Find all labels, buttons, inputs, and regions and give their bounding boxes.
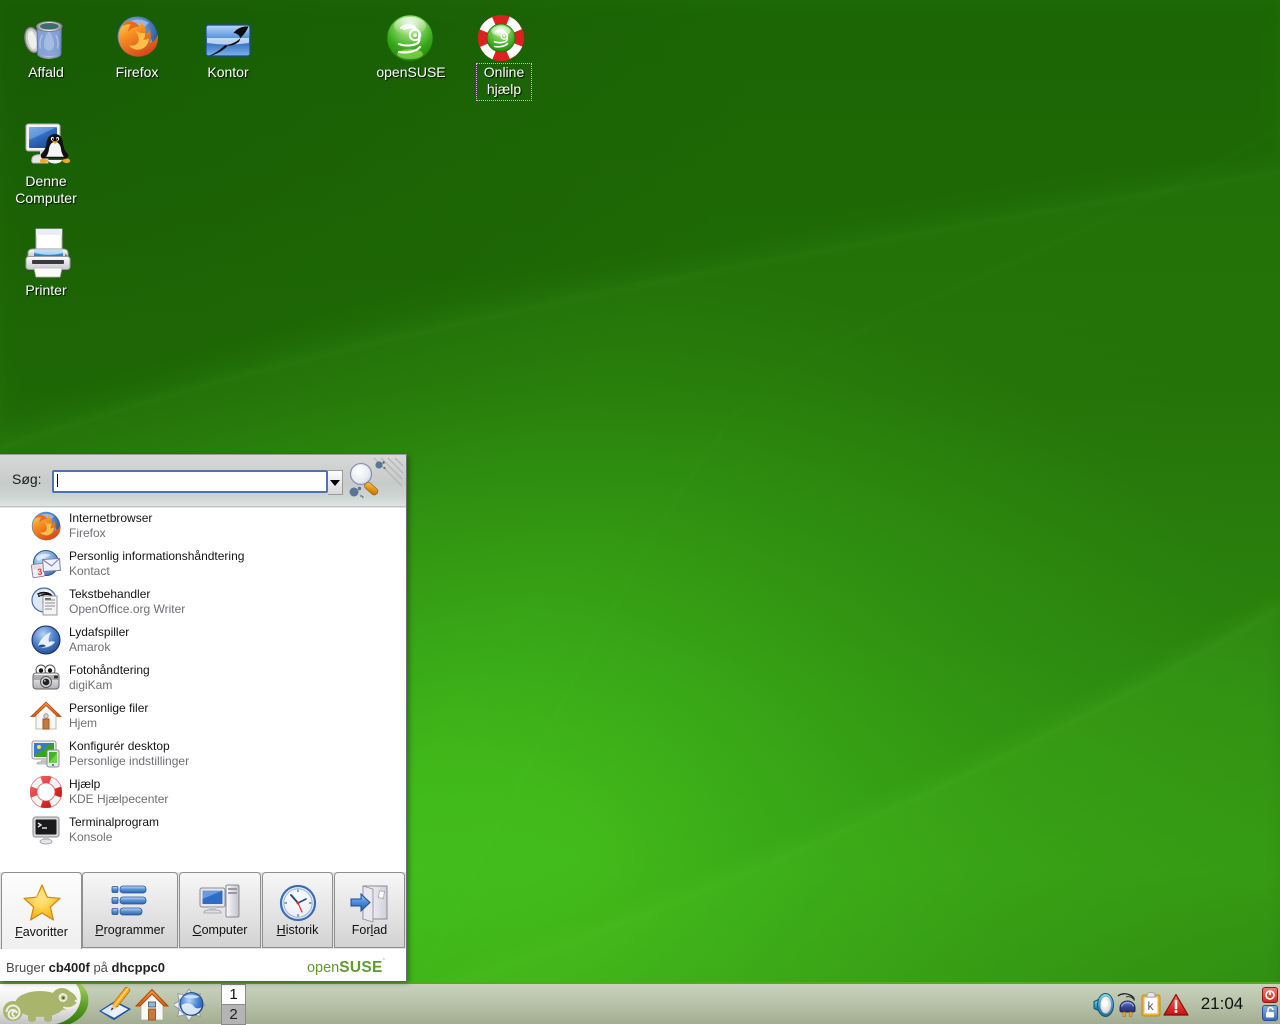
svg-text:k: k bbox=[1148, 999, 1155, 1013]
